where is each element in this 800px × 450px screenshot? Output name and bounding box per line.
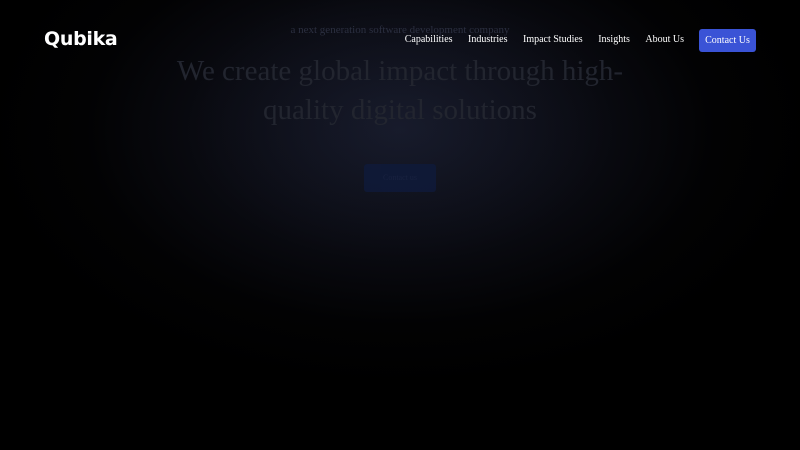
nav-item-capabilities[interactable]: Capabilities [405, 33, 453, 47]
contact-us-button[interactable]: Contact Us [699, 29, 756, 52]
nav-item-about-us[interactable]: About Us [645, 33, 684, 47]
nav-item-industries[interactable]: Industries [468, 33, 507, 47]
nav-item-impact-studies[interactable]: Impact Studies [523, 33, 583, 47]
nav-item-insights[interactable]: Insights [598, 33, 630, 47]
page: a next generation software development c… [0, 0, 800, 450]
site-header: Qubika Capabilities Industries Impact St… [0, 0, 800, 80]
main-nav: Capabilities Industries Impact Studies I… [389, 33, 684, 47]
qubika-logo[interactable]: Qubika [44, 27, 118, 51]
hero-cta-button[interactable]: Contact us [364, 164, 436, 192]
